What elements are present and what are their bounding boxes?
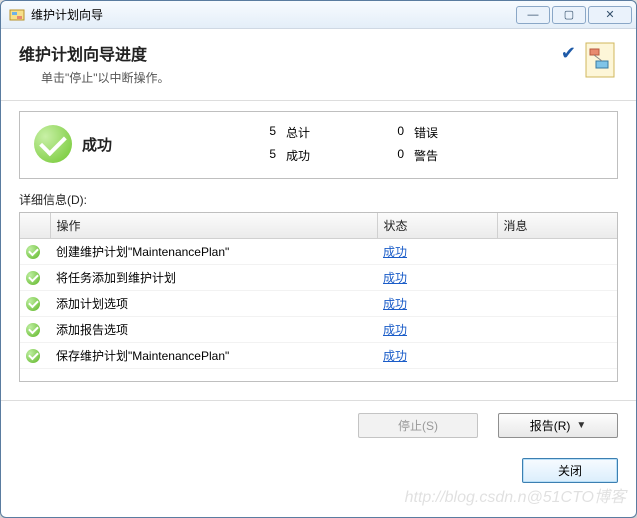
wizard-window: 维护计划向导 — ▢ ✕ 维护计划向导进度 单击"停止"以中断操作。 ✔ 成功 (0, 0, 637, 518)
status-label: 成功 (82, 134, 262, 155)
success-count: 5 (262, 147, 276, 164)
error-label: 错误 (414, 124, 438, 141)
footer-row: 关闭 (1, 450, 636, 497)
cell-action: 添加报告选项 (50, 317, 377, 343)
details-table: 操作 状态 消息 创建维护计划"MaintenancePlan"成功将任务添加到… (20, 213, 617, 369)
cell-message (497, 239, 617, 265)
checkmark-icon: ✔ (561, 43, 576, 64)
total-label: 总计 (286, 124, 310, 141)
app-icon (9, 7, 25, 23)
cell-status: 成功 (377, 343, 497, 369)
col-action[interactable]: 操作 (50, 213, 377, 239)
cell-status: 成功 (377, 291, 497, 317)
cell-action: 创建维护计划"MaintenancePlan" (50, 239, 377, 265)
cell-message (497, 343, 617, 369)
maximize-button[interactable]: ▢ (552, 6, 586, 24)
table-row[interactable]: 保存维护计划"MaintenancePlan"成功 (20, 343, 617, 369)
success-icon (26, 349, 40, 363)
success-count-label: 成功 (286, 147, 310, 164)
success-icon (26, 245, 40, 259)
stop-button: 停止(S) (358, 413, 478, 438)
cell-status: 成功 (377, 317, 497, 343)
body: 成功 5总计 5成功 0错误 0警告 详细信息(D): 操作 (1, 101, 636, 382)
col-message[interactable]: 消息 (497, 213, 617, 239)
button-row: 停止(S) 报告(R)▼ (1, 400, 636, 450)
titlebar: 维护计划向导 — ▢ ✕ (1, 1, 636, 29)
table-row[interactable]: 添加报告选项成功 (20, 317, 617, 343)
table-row[interactable]: 将任务添加到维护计划成功 (20, 265, 617, 291)
wizard-icon (584, 41, 620, 79)
cell-message (497, 291, 617, 317)
cell-action: 保存维护计划"MaintenancePlan" (50, 343, 377, 369)
warning-count: 0 (390, 147, 404, 164)
error-count: 0 (390, 124, 404, 141)
success-icon (34, 125, 72, 163)
cell-status: 成功 (377, 265, 497, 291)
success-icon (26, 323, 40, 337)
cell-action: 将任务添加到维护计划 (50, 265, 377, 291)
col-status[interactable]: 状态 (377, 213, 497, 239)
cell-message (497, 317, 617, 343)
window-title: 维护计划向导 (31, 6, 516, 23)
table-row[interactable]: 添加计划选项成功 (20, 291, 617, 317)
summary-box: 成功 5总计 5成功 0错误 0警告 (19, 111, 618, 179)
close-window-button[interactable]: ✕ (588, 6, 632, 24)
chevron-down-icon: ▼ (576, 420, 586, 431)
report-button[interactable]: 报告(R)▼ (498, 413, 618, 438)
details-label: 详细信息(D): (19, 191, 618, 208)
table-row[interactable]: 创建维护计划"MaintenancePlan"成功 (20, 239, 617, 265)
cell-status: 成功 (377, 239, 497, 265)
total-count: 5 (262, 124, 276, 141)
window-controls: — ▢ ✕ (516, 6, 632, 24)
page-subtitle: 单击"停止"以中断操作。 (41, 69, 561, 86)
details-table-container: 操作 状态 消息 创建维护计划"MaintenancePlan"成功将任务添加到… (19, 212, 618, 382)
page-title: 维护计划向导进度 (19, 41, 561, 65)
wizard-header: 维护计划向导进度 单击"停止"以中断操作。 ✔ (1, 29, 636, 101)
cell-message (497, 265, 617, 291)
success-icon (26, 271, 40, 285)
close-button[interactable]: 关闭 (522, 458, 618, 483)
success-icon (26, 297, 40, 311)
minimize-button[interactable]: — (516, 6, 550, 24)
cell-action: 添加计划选项 (50, 291, 377, 317)
warning-label: 警告 (414, 147, 438, 164)
